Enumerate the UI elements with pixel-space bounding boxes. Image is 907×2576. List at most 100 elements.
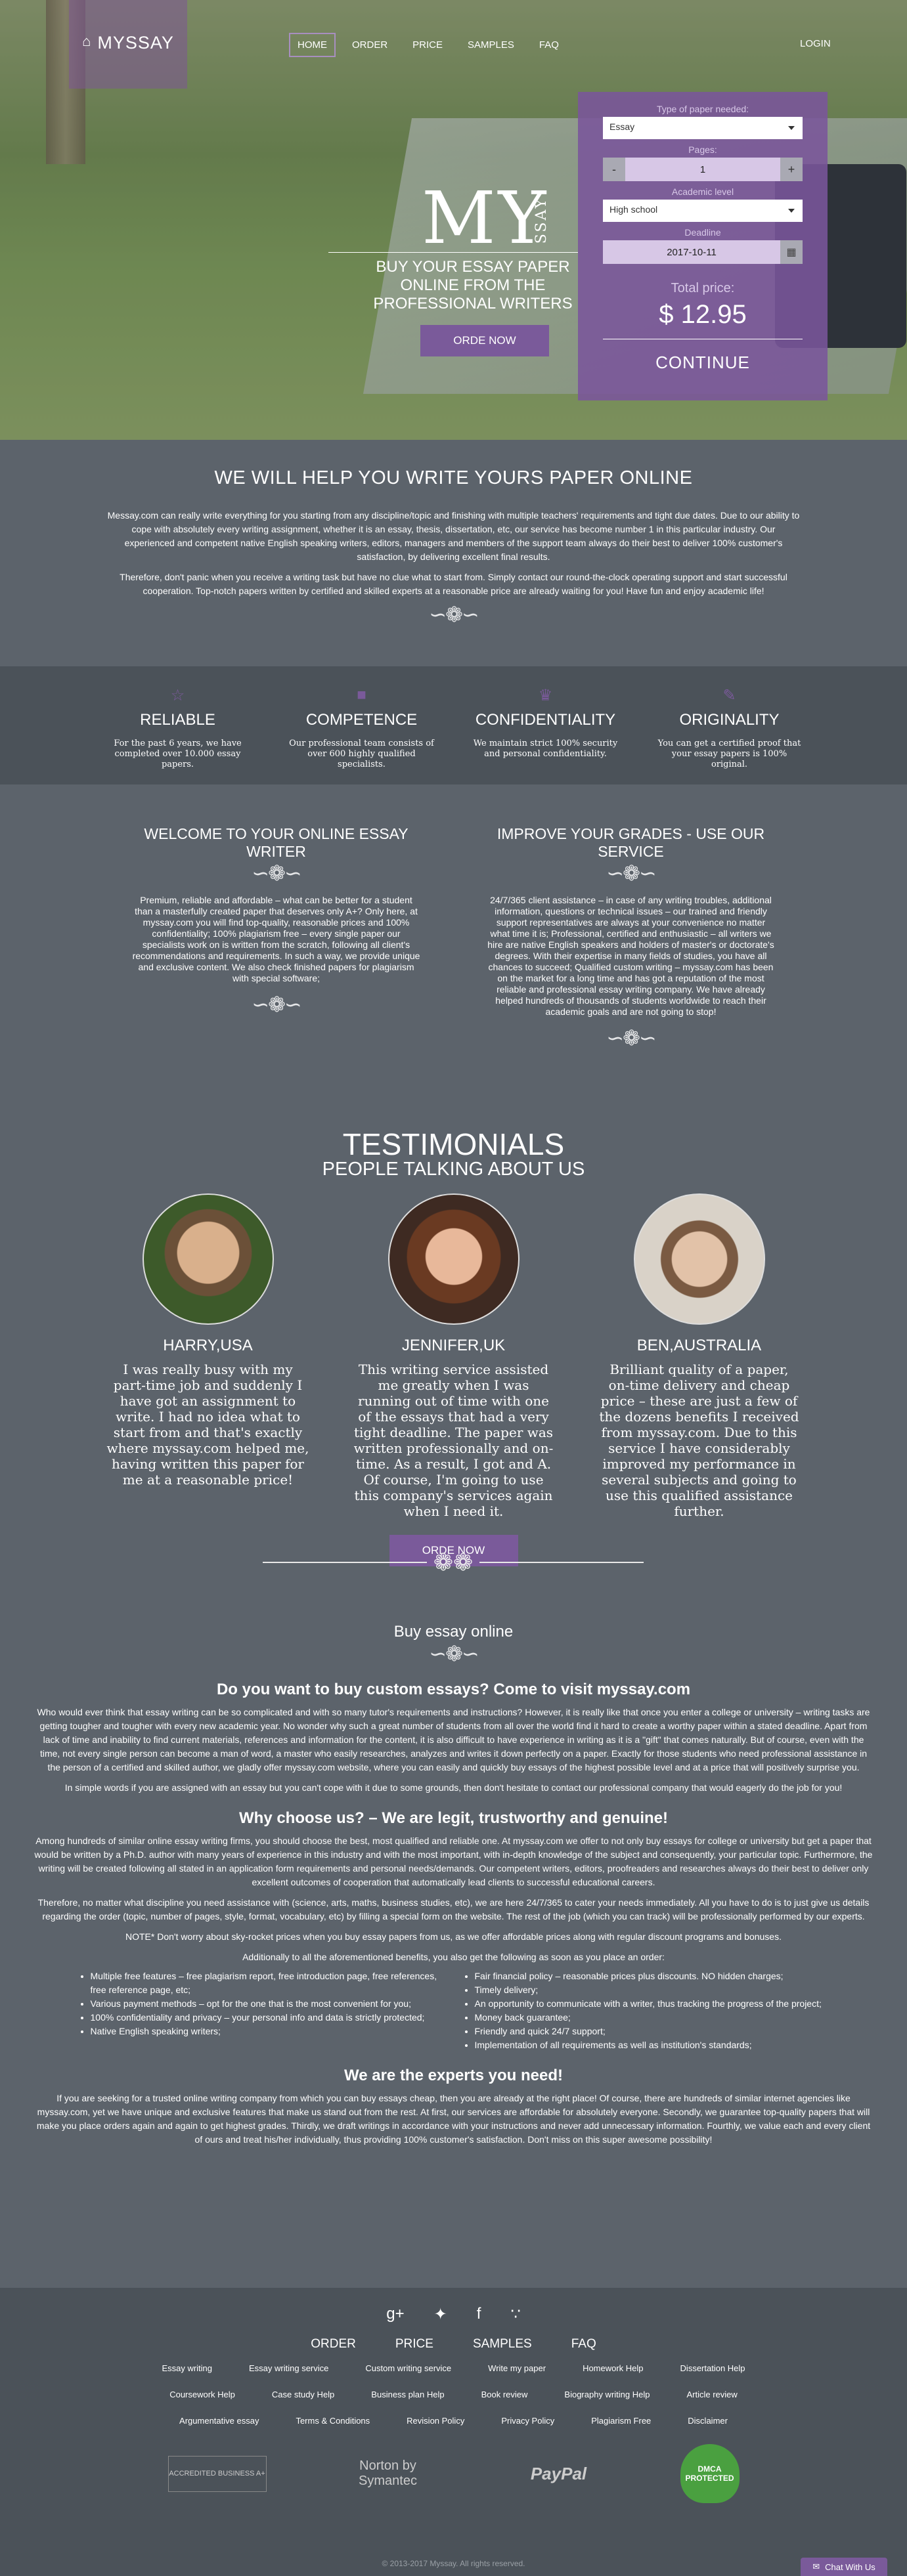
calendar-icon[interactable]: ▦ <box>780 240 803 264</box>
list-item: Multiple free features – free plagiarism… <box>91 1969 447 1997</box>
nav-faq[interactable]: FAQ <box>531 33 567 57</box>
academic-level-select[interactable]: High school <box>603 200 803 222</box>
list-item: Native English speaking writers; <box>91 2025 447 2038</box>
footer-link[interactable]: Business plan Help <box>371 2390 444 2399</box>
twitter-icon[interactable]: ✦ <box>434 2305 447 2324</box>
hero-rule <box>328 252 578 253</box>
feature-originality: ✎ ORIGINALITY You can get a certified pr… <box>654 686 805 784</box>
buy-paragraph: Among hundreds of similar online essay w… <box>34 1835 873 1887</box>
testimonials: TESTIMONIALS PEOPLE TALKING ABOUT US HAR… <box>0 1116 907 1582</box>
paper-type-select[interactable]: Essay <box>603 117 803 139</box>
nav-samples[interactable]: SAMPLES <box>459 33 523 57</box>
pages-plus-button[interactable]: + <box>780 158 803 181</box>
paypal-badge[interactable]: PayPal <box>510 2456 608 2492</box>
footer-link[interactable]: Essay writing service <box>249 2363 328 2373</box>
flourish-icon: ∽❁∽ <box>606 861 656 885</box>
buy-paragraph: Who would ever think that essay writing … <box>37 1707 870 1772</box>
deadline-input[interactable]: 2017-10-11 <box>603 240 780 264</box>
avatar <box>387 1193 520 1325</box>
welcome-text: Premium, reliable and affordable – what … <box>132 895 420 983</box>
benefit-list-left: Multiple free features – free plagiarism… <box>76 1969 447 2052</box>
rss-icon[interactable]: ∵ <box>510 2305 520 2324</box>
footer-link[interactable]: Write my paper <box>488 2363 546 2373</box>
footer-nav-order[interactable]: ORDER <box>311 2337 356 2351</box>
help-paragraph-2: Therefore, don't panic when you receive … <box>120 572 787 596</box>
avatar <box>633 1193 765 1325</box>
feature-confidentiality: ♛ CONFIDENTIALITY We maintain strict 100… <box>470 686 621 784</box>
footer-link[interactable]: Dissertation Help <box>680 2363 745 2373</box>
feature-title: ORIGINALITY <box>679 711 780 729</box>
page: ⌂ MYSSAY HOME ORDER PRICE SAMPLES FAQ LO… <box>0 0 907 2576</box>
nav-home[interactable]: HOME <box>289 33 336 57</box>
help-paragraph-1: Messay.com can really write everything f… <box>107 510 800 562</box>
footer-link[interactable]: Book review <box>481 2390 528 2399</box>
trust-badges: ACCREDITED BUSINESS A+ Norton by Symante… <box>0 2444 907 2503</box>
list-item: Various payment methods – opt for the on… <box>91 1997 447 2011</box>
pen-icon: ✎ <box>722 687 736 704</box>
footer-link[interactable]: Essay writing <box>162 2363 212 2373</box>
list-item: 100% confidentiality and privacy – your … <box>91 2011 447 2025</box>
dmca-badge[interactable]: DMCA PROTECTED <box>680 2444 740 2503</box>
hero-vertical-text: SSAY <box>533 197 550 244</box>
total-price-value: $ 12.95 <box>659 300 747 329</box>
divider-line <box>479 1562 644 1563</box>
chat-button[interactable]: ✉ Chat With Us <box>801 2558 887 2576</box>
bbb-badge[interactable]: ACCREDITED BUSINESS A+ <box>167 2455 267 2492</box>
footer-link[interactable]: Terms & Conditions <box>296 2416 370 2426</box>
main-nav: HOME ORDER PRICE SAMPLES FAQ <box>289 33 567 57</box>
footer-link[interactable]: Article review <box>686 2390 737 2399</box>
feature-reliable: ☆ RELIABLE For the past 6 years, we have… <box>102 686 254 784</box>
pages-input[interactable]: 1 <box>625 158 780 181</box>
footer-link[interactable]: Coursework Help <box>169 2390 235 2399</box>
logo[interactable]: ⌂ MYSSAY <box>69 0 187 89</box>
norton-badge[interactable]: Norton by Symantec <box>339 2456 437 2492</box>
benefit-list-right: Fair financial policy – reasonable price… <box>460 1969 831 2052</box>
buy-paragraph: Therefore, no matter what discipline you… <box>37 1897 870 1921</box>
buy-paragraph: If you are seeking for a trusted online … <box>36 2093 871 2145</box>
footer-nav-samples[interactable]: SAMPLES <box>473 2337 532 2351</box>
nav-order[interactable]: ORDER <box>343 33 396 57</box>
footer-link[interactable]: Biography writing Help <box>564 2390 650 2399</box>
continue-button[interactable]: CONTINUE <box>603 353 803 373</box>
testimonial-card: JENNIFER,UK This writing service assiste… <box>352 1193 556 1519</box>
features: ☆ RELIABLE For the past 6 years, we have… <box>0 666 907 784</box>
feature-title: RELIABLE <box>140 711 215 729</box>
buy-paragraph: In simple words if you are assigned with… <box>64 1782 843 1793</box>
feature-title: COMPETENCE <box>305 711 418 729</box>
login-link[interactable]: LOGIN <box>800 38 831 49</box>
hero-order-button[interactable]: ORDE NOW <box>420 325 549 356</box>
google-plus-icon[interactable]: g+ <box>386 2305 404 2324</box>
buy-heading-3: We are the experts you need! <box>344 2067 563 2084</box>
footer-link[interactable]: Revision Policy <box>407 2416 464 2426</box>
footer-link[interactable]: Plagiarism Free <box>591 2416 651 2426</box>
pages-minus-button[interactable]: - <box>603 158 625 181</box>
list-item: Money back guarantee; <box>475 2011 831 2025</box>
flourish-icon: ∽❁∽ <box>252 993 301 1016</box>
feature-text: Our professional team consists of over 6… <box>289 739 434 769</box>
list-item: Implementation of all requirements as we… <box>475 2038 831 2052</box>
hero: ⌂ MYSSAY HOME ORDER PRICE SAMPLES FAQ LO… <box>0 0 907 440</box>
footer-link[interactable]: Privacy Policy <box>501 2416 554 2426</box>
avatar <box>142 1193 274 1325</box>
buy-paragraph: Additionally to all the aforementioned b… <box>242 1952 665 1962</box>
footer-nav-price[interactable]: PRICE <box>395 2337 433 2351</box>
footer-link[interactable]: Disclaimer <box>688 2416 728 2426</box>
improve-title: IMPROVE YOUR GRADES - USE OUR SERVICE <box>497 825 765 860</box>
footer-link[interactable]: Homework Help <box>583 2363 643 2373</box>
deadline-label: Deadline <box>684 227 721 238</box>
footer-link[interactable]: Argumentative essay <box>179 2416 259 2426</box>
nav-price[interactable]: PRICE <box>404 33 451 57</box>
social-links: g+ ✦ f ∵ <box>0 2305 907 2324</box>
footer-link[interactable]: Case study Help <box>272 2390 334 2399</box>
testimonial-text: Brilliant quality of a paper, on-time de… <box>599 1362 799 1519</box>
hero-tagline: BUY YOUR ESSAY PAPER ONLINE FROM THE PRO… <box>373 258 573 312</box>
facebook-icon[interactable]: f <box>477 2305 481 2324</box>
total-price-label: Total price: <box>671 281 735 295</box>
list-item: Fair financial policy – reasonable price… <box>475 1969 831 1983</box>
footer-nav-faq[interactable]: FAQ <box>571 2337 596 2351</box>
list-item: An opportunity to communicate with a wri… <box>475 1997 831 2011</box>
copyright: © 2013-2017 Myssay. All rights reserved. <box>382 2559 525 2568</box>
testimonial-name: JENNIFER,UK <box>401 1337 506 1354</box>
ornament-icon: ❁❁ <box>433 1549 474 1576</box>
footer-link[interactable]: Custom writing service <box>365 2363 451 2373</box>
